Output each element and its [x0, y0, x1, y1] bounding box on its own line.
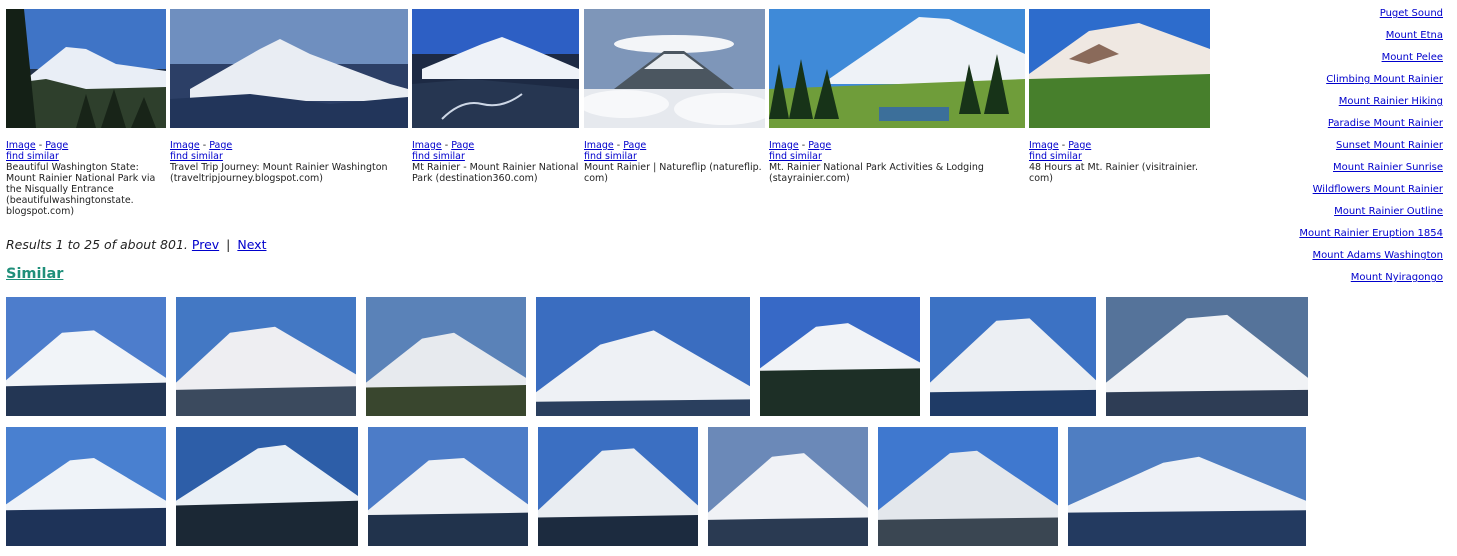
- related-search-link[interactable]: Mount Nyiragongo: [1351, 272, 1443, 283]
- page-link[interactable]: Page: [808, 140, 831, 151]
- related-search-item: Sunset Mount Rainier: [1223, 138, 1443, 160]
- page-link[interactable]: Page: [1068, 140, 1091, 151]
- related-search-link[interactable]: Mount Rainier Eruption 1854: [1299, 228, 1443, 239]
- pagination-separator: |: [226, 237, 231, 252]
- result-item: Image - Page find similar 48 Hours at Mt…: [1029, 9, 1210, 184]
- result-thumbnail[interactable]: [584, 9, 765, 128]
- related-search-link[interactable]: Puget Sound: [1380, 8, 1443, 19]
- find-similar-link[interactable]: find similar: [584, 151, 637, 162]
- related-searches: Puget Sound Mount Etna Mount Pelee Climb…: [1223, 6, 1443, 292]
- related-search-link[interactable]: Sunset Mount Rainier: [1336, 140, 1443, 151]
- image-link[interactable]: Image: [6, 140, 36, 151]
- related-search-link[interactable]: Mount Rainier Outline: [1334, 206, 1443, 217]
- result-thumbnail[interactable]: [412, 9, 579, 128]
- related-search-item: Mount Nyiragongo: [1223, 270, 1443, 292]
- result-item: Image - Page find similar Mt. Rainier Na…: [769, 9, 1025, 184]
- result-thumbnail[interactable]: [170, 9, 408, 128]
- result-caption: 48 Hours at Mt. Rainier (visitrainier. c…: [1029, 162, 1198, 184]
- find-similar-link[interactable]: find similar: [769, 151, 822, 162]
- image-link[interactable]: Image: [170, 140, 200, 151]
- related-search-link[interactable]: Mount Etna: [1386, 30, 1443, 41]
- related-search-item: Mount Rainier Eruption 1854: [1223, 226, 1443, 248]
- related-search-item: Wildflowers Mount Rainier: [1223, 182, 1443, 204]
- similar-thumbnail[interactable]: [1106, 297, 1308, 416]
- find-similar-link[interactable]: find similar: [1029, 151, 1082, 162]
- result-item: Image - Page find similar Mt Rainier - M…: [412, 9, 579, 184]
- similar-thumbnail[interactable]: [760, 297, 920, 416]
- related-search-item: Mount Etna: [1223, 28, 1443, 50]
- find-similar-link[interactable]: find similar: [412, 151, 465, 162]
- related-search-item: Mount Rainier Sunrise: [1223, 160, 1443, 182]
- result-item: Image - Page find similar Beautiful Wash…: [6, 9, 166, 217]
- result-caption: Mt Rainier - Mount Rainier National Park…: [412, 162, 579, 184]
- result-caption: Mount Rainier | Natureflip (natureflip. …: [584, 162, 762, 184]
- image-link[interactable]: Image: [1029, 140, 1059, 151]
- related-search-item: Mount Pelee: [1223, 50, 1443, 72]
- related-search-link[interactable]: Mount Rainier Hiking: [1339, 96, 1443, 107]
- result-thumbnail[interactable]: [6, 9, 166, 128]
- results-summary: Results 1 to 25 of about 801. Prev | Nex…: [6, 237, 266, 252]
- result-caption: Mt. Rainier National Park Activities & L…: [769, 162, 984, 184]
- similar-thumbnail[interactable]: [930, 297, 1096, 416]
- related-search-item: Puget Sound: [1223, 6, 1443, 28]
- related-search-item: Mount Adams Washington: [1223, 248, 1443, 270]
- similar-thumbnail[interactable]: [708, 427, 868, 546]
- page-link[interactable]: Page: [451, 140, 474, 151]
- related-search-link[interactable]: Paradise Mount Rainier: [1328, 118, 1443, 129]
- related-search-item: Climbing Mount Rainier: [1223, 72, 1443, 94]
- page-link[interactable]: Page: [623, 140, 646, 151]
- next-link[interactable]: Next: [237, 237, 266, 252]
- image-link[interactable]: Image: [412, 140, 442, 151]
- prev-link[interactable]: Prev: [192, 237, 219, 252]
- page-link[interactable]: Page: [209, 140, 232, 151]
- result-item: Image - Page find similar Mount Rainier …: [584, 9, 765, 184]
- similar-thumbnail[interactable]: [176, 427, 358, 546]
- related-search-link[interactable]: Climbing Mount Rainier: [1326, 74, 1443, 85]
- image-link[interactable]: Image: [769, 140, 799, 151]
- result-item: Image - Page find similar Travel Trip Jo…: [170, 9, 408, 184]
- related-search-link[interactable]: Mount Rainier Sunrise: [1333, 162, 1443, 173]
- page-link[interactable]: Page: [45, 140, 68, 151]
- result-thumbnail[interactable]: [1029, 9, 1210, 128]
- result-caption: Beautiful Washington State: Mount Rainie…: [6, 162, 156, 217]
- image-link[interactable]: Image: [584, 140, 614, 151]
- similar-thumbnail[interactable]: [176, 297, 356, 416]
- related-search-link[interactable]: Mount Adams Washington: [1312, 250, 1443, 261]
- similar-thumbnail[interactable]: [1068, 427, 1306, 546]
- related-search-link[interactable]: Mount Pelee: [1382, 52, 1443, 63]
- similar-thumbnail[interactable]: [366, 297, 526, 416]
- similar-thumbnail[interactable]: [6, 427, 166, 546]
- result-caption: Travel Trip Journey: Mount Rainier Washi…: [170, 162, 388, 184]
- similar-thumbnail[interactable]: [6, 297, 166, 416]
- related-search-link[interactable]: Wildflowers Mount Rainier: [1313, 184, 1443, 195]
- result-thumbnail[interactable]: [769, 9, 1025, 128]
- find-similar-link[interactable]: find similar: [170, 151, 223, 162]
- similar-heading[interactable]: Similar: [6, 266, 63, 282]
- similar-thumbnail[interactable]: [368, 427, 528, 546]
- results-count: Results 1 to 25 of about 801.: [6, 237, 188, 252]
- related-search-item: Mount Rainier Hiking: [1223, 94, 1443, 116]
- related-search-item: Mount Rainier Outline: [1223, 204, 1443, 226]
- similar-thumbnail[interactable]: [878, 427, 1058, 546]
- similar-thumbnail[interactable]: [536, 297, 750, 416]
- find-similar-link[interactable]: find similar: [6, 151, 59, 162]
- similar-thumbnail[interactable]: [538, 427, 698, 546]
- related-search-item: Paradise Mount Rainier: [1223, 116, 1443, 138]
